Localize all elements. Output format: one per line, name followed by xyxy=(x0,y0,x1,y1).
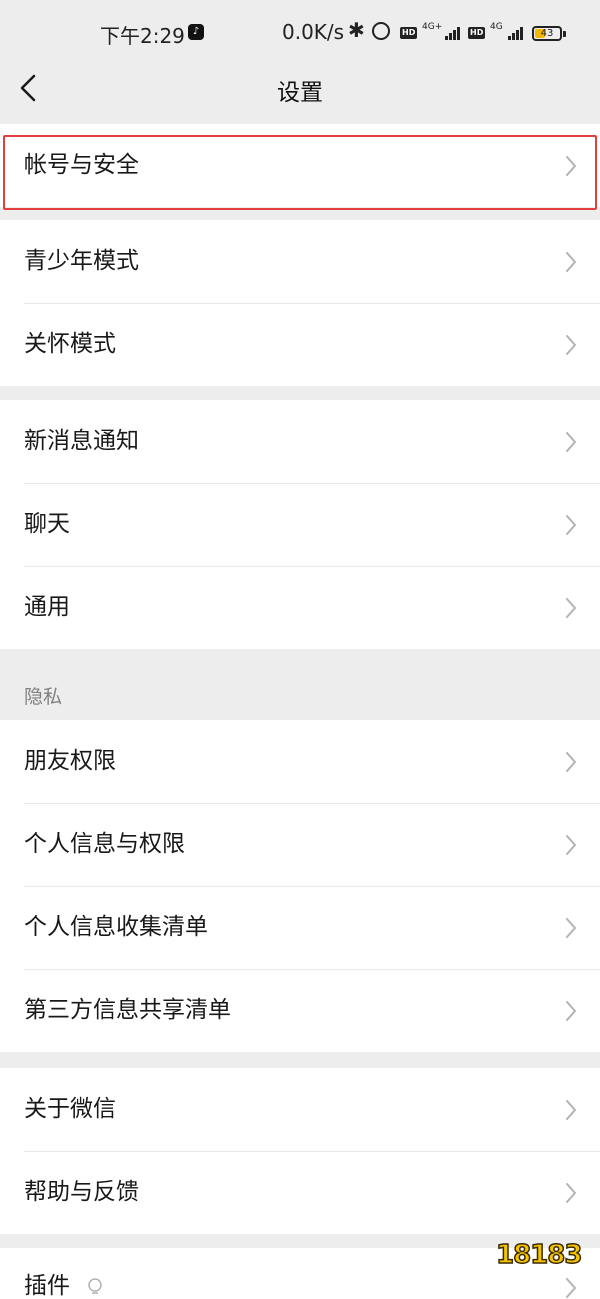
group-privacy: 朋友权限 个人信息与权限 个人信息收集清单 第三方信息共享清单 xyxy=(0,720,600,1052)
settings-item-chat[interactable]: 聊天 xyxy=(0,483,600,566)
group-account: 帐号与安全 xyxy=(0,124,600,207)
bluetooth-icon: ✱ xyxy=(348,18,365,42)
chevron-right-icon xyxy=(566,515,576,535)
settings-item-label: 通用 xyxy=(24,594,70,620)
settings-item-label: 帮助与反馈 xyxy=(24,1179,139,1205)
settings-item-label: 聊天 xyxy=(24,511,70,537)
chevron-right-icon xyxy=(566,598,576,618)
group-about: 关于微信 帮助与反馈 xyxy=(0,1068,600,1234)
hd-icon-2: HD xyxy=(468,27,486,39)
signal-icon xyxy=(445,26,461,40)
settings-item-teen-mode[interactable]: 青少年模式 xyxy=(0,220,600,303)
tiktok-notification-icon: ♪ xyxy=(188,24,204,40)
signal-icon-2 xyxy=(508,26,524,40)
settings-item-care-mode[interactable]: 关怀模式 xyxy=(0,303,600,386)
settings-item-label: 个人信息收集清单 xyxy=(24,914,208,940)
chevron-right-icon xyxy=(566,335,576,355)
group-general: 新消息通知 聊天 通用 xyxy=(0,400,600,649)
chevron-right-icon xyxy=(566,1100,576,1120)
battery-icon: 43 xyxy=(532,26,562,41)
settings-item-label: 关于微信 xyxy=(24,1096,116,1122)
chevron-right-icon xyxy=(566,1001,576,1021)
settings-item-third-party-sharing[interactable]: 第三方信息共享清单 xyxy=(0,969,600,1052)
watermark-text: 18183 xyxy=(495,1239,583,1271)
battery-level: 43 xyxy=(540,28,554,39)
chevron-right-icon xyxy=(566,918,576,938)
page-title: 设置 xyxy=(277,80,323,106)
hd-icon: HD xyxy=(400,27,418,39)
settings-item-label: 帐号与安全 xyxy=(24,152,139,178)
chevron-right-icon xyxy=(566,1183,576,1203)
settings-item-friend-permissions[interactable]: 朋友权限 xyxy=(0,720,600,803)
section-title-privacy: 隐私 xyxy=(24,686,63,708)
settings-item-label: 关怀模式 xyxy=(24,331,116,357)
settings-item-label: 插件 xyxy=(24,1273,70,1299)
settings-item-label: 个人信息与权限 xyxy=(24,831,185,857)
chevron-right-icon xyxy=(566,432,576,452)
lightbulb-icon xyxy=(88,1278,102,1294)
group-modes: 青少年模式 关怀模式 xyxy=(0,220,600,386)
settings-item-notifications[interactable]: 新消息通知 xyxy=(0,400,600,483)
settings-item-personal-info-collection[interactable]: 个人信息收集清单 xyxy=(0,886,600,969)
chevron-right-icon xyxy=(566,835,576,855)
status-bar: 下午2:29 ♪ 0.0K/s ✱ HD 4G+ HD 4G 43 xyxy=(0,0,600,64)
network-type-label: 4G+ xyxy=(422,22,443,32)
settings-item-label: 青少年模式 xyxy=(24,248,139,274)
chevron-right-icon xyxy=(566,752,576,772)
nav-bar: 设置 xyxy=(0,64,600,110)
settings-item-label: 第三方信息共享清单 xyxy=(24,997,231,1023)
watermark-logo: 18183 xyxy=(495,1230,588,1282)
battery-tip xyxy=(563,31,566,37)
settings-item-help-feedback[interactable]: 帮助与反馈 xyxy=(0,1151,600,1234)
network-type-label-2: 4G xyxy=(490,22,503,32)
alarm-icon xyxy=(372,22,390,40)
settings-item-general[interactable]: 通用 xyxy=(0,566,600,649)
chevron-right-icon xyxy=(566,252,576,272)
settings-item-about-wechat[interactable]: 关于微信 xyxy=(0,1068,600,1151)
chevron-right-icon xyxy=(566,156,576,176)
status-time: 下午2:29 xyxy=(100,24,185,48)
settings-item-personal-info-permissions[interactable]: 个人信息与权限 xyxy=(0,803,600,886)
network-speed: 0.0K/s xyxy=(282,20,345,44)
settings-item-label: 新消息通知 xyxy=(24,428,139,454)
settings-item-account-security[interactable]: 帐号与安全 xyxy=(0,124,600,207)
settings-item-label: 朋友权限 xyxy=(24,748,116,774)
